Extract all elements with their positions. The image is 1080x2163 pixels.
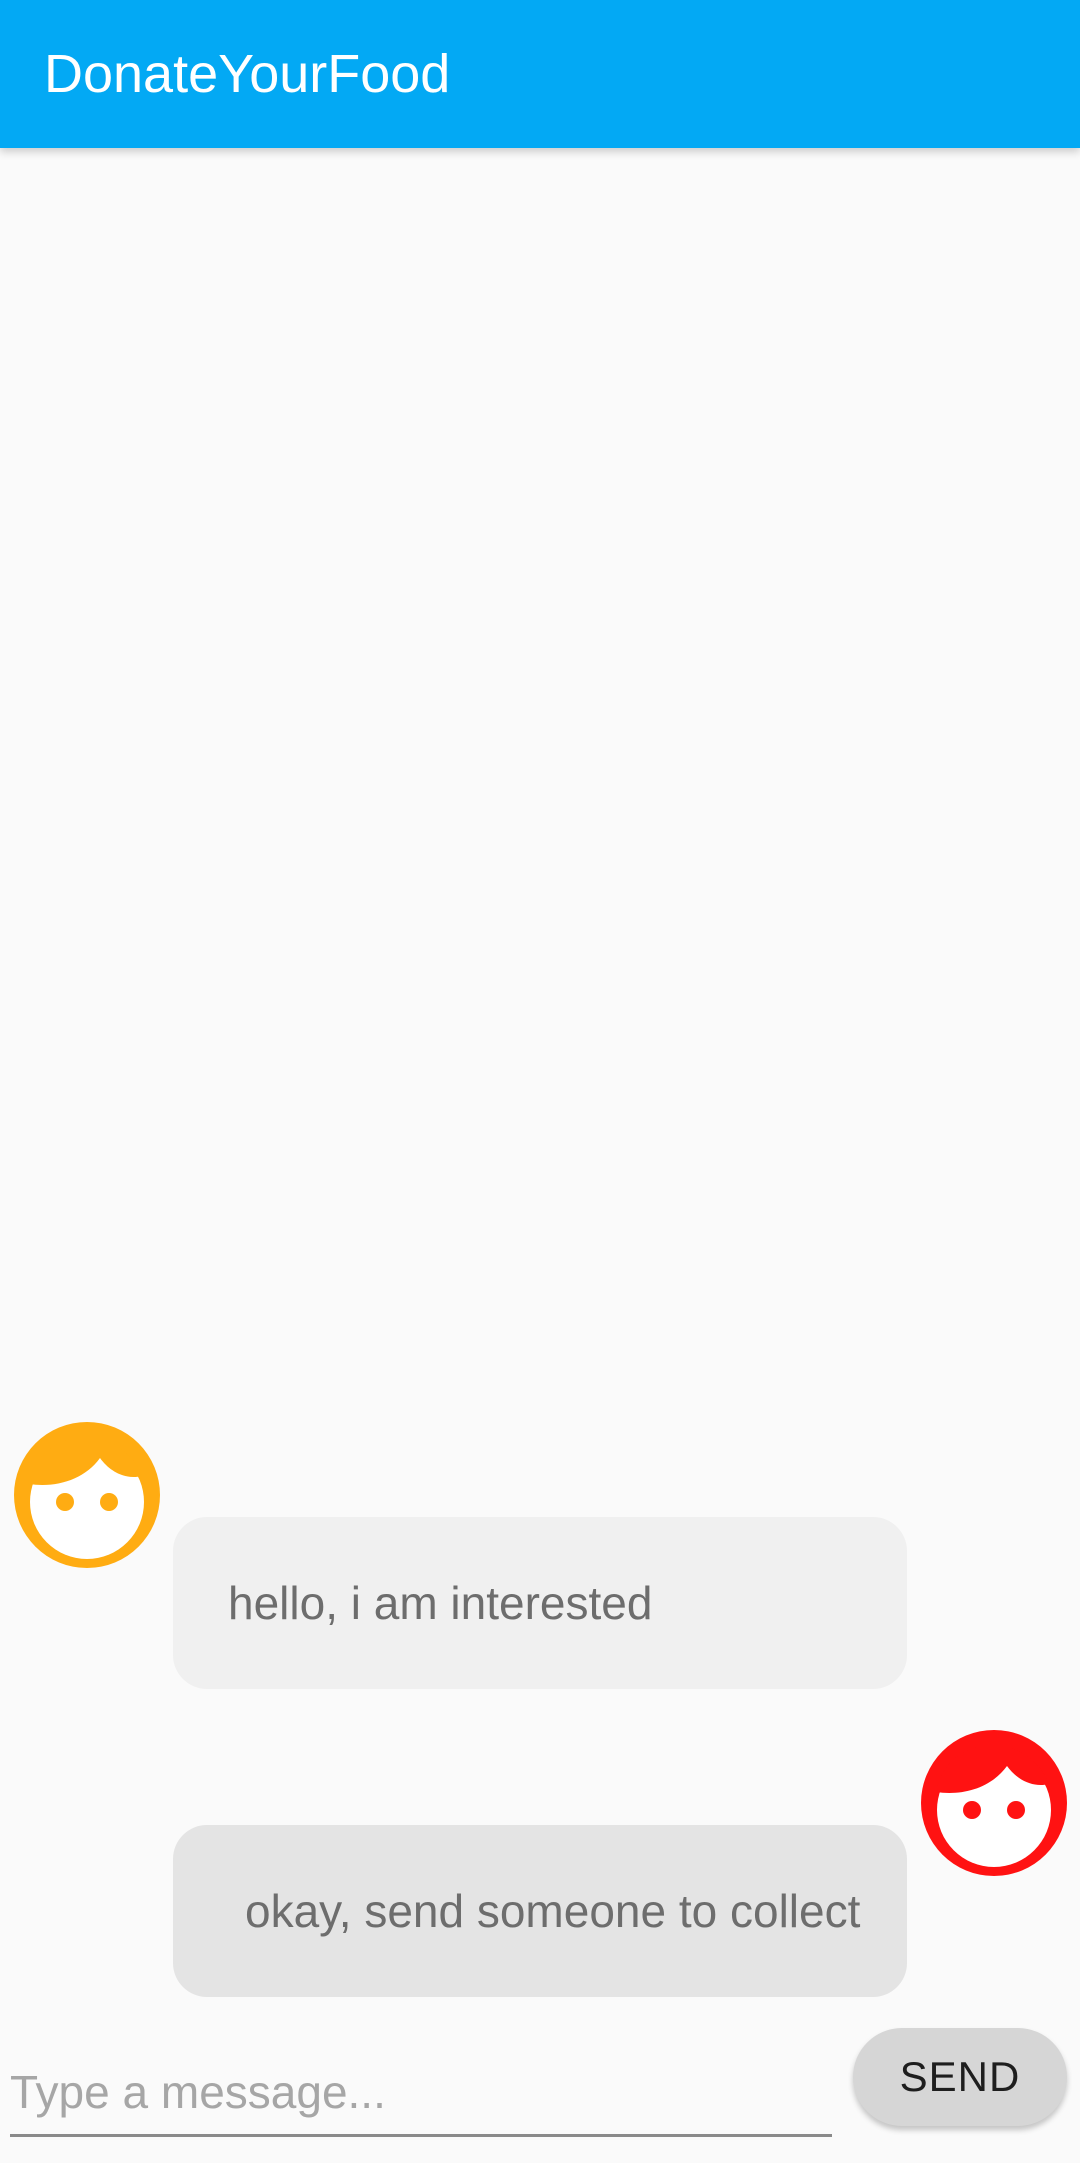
- face-icon: [14, 1422, 160, 1568]
- message-bubble-sent[interactable]: okay, send someone to collect: [173, 1825, 907, 1997]
- message-text: okay, send someone to collect: [245, 1885, 861, 1937]
- chat-message-list[interactable]: hello, i am interested okay, send someon…: [0, 148, 1080, 2018]
- message-text: hello, i am interested: [228, 1577, 653, 1629]
- app-bar: DonateYourFood: [0, 0, 1080, 148]
- message-bubble-received[interactable]: hello, i am interested: [173, 1517, 907, 1689]
- message-composer: SEND: [0, 2018, 1080, 2163]
- send-button[interactable]: SEND: [853, 2028, 1067, 2126]
- face-icon: [921, 1730, 1067, 1876]
- app-title: DonateYourFood: [44, 44, 451, 104]
- message-input[interactable]: [10, 2050, 832, 2137]
